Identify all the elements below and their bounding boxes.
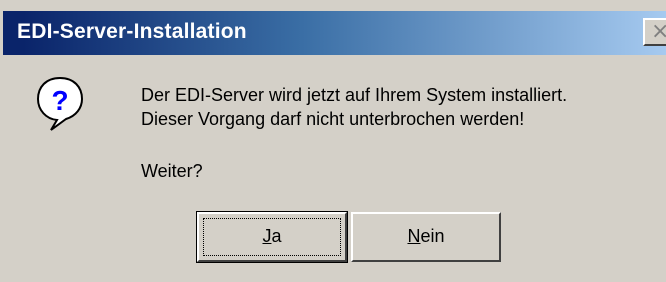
question-icon: ?	[35, 75, 85, 133]
yes-label: a	[271, 226, 282, 246]
no-button[interactable]: Nein	[351, 212, 501, 262]
no-label: ein	[420, 226, 445, 246]
message-question: Weiter?	[141, 161, 203, 181]
window-title: EDI-Server-Installation	[17, 20, 247, 43]
yes-button[interactable]: Ja	[196, 211, 348, 263]
close-icon: ×	[651, 20, 666, 44]
title-bar[interactable]: EDI-Server-Installation ×	[3, 11, 666, 55]
close-button[interactable]: ×	[643, 18, 666, 46]
message-line-2: Dieser Vorgang darf nicht unterbrochen w…	[141, 109, 525, 129]
dialog-window: EDI-Server-Installation × ? Der EDI-Serv…	[0, 0, 666, 282]
message-line-1: Der EDI-Server wird jetzt auf Ihrem Syst…	[141, 85, 568, 105]
question-glyph: ?	[51, 85, 68, 116]
no-accel: N	[407, 226, 421, 246]
